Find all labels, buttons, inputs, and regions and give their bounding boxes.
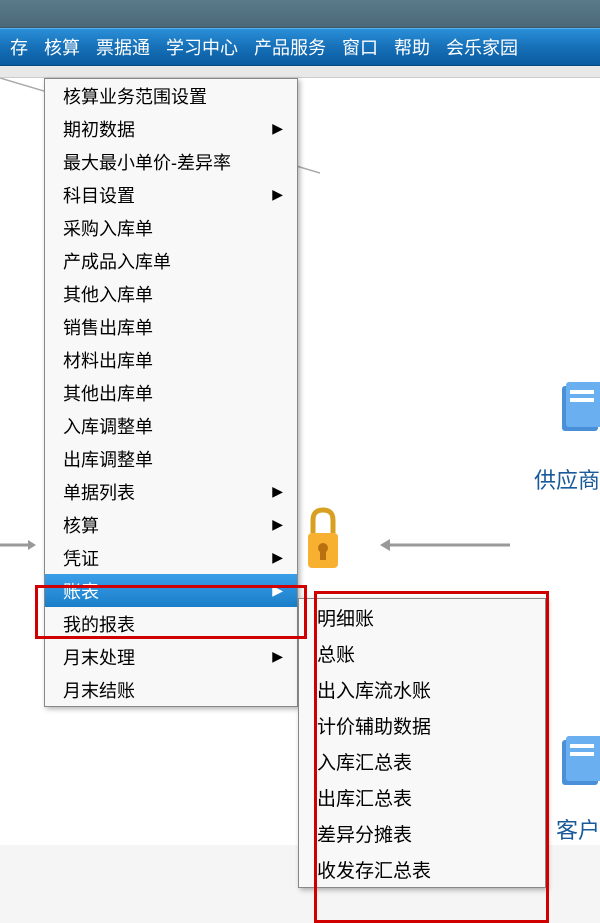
dropdown-item-month-end[interactable]: 月末处理 ▶ bbox=[45, 640, 297, 673]
dropdown-item-subject-settings[interactable]: 科目设置 ▶ bbox=[45, 178, 297, 211]
dropdown-item-accounting[interactable]: 核算 ▶ bbox=[45, 508, 297, 541]
toolbar-area bbox=[0, 66, 600, 78]
menu-item-7[interactable]: 会乐家园 bbox=[438, 30, 526, 64]
submenu-item-flow-ledger[interactable]: 出入库流水账 bbox=[299, 671, 545, 707]
arrow-icon bbox=[0, 535, 36, 555]
submenu-item-label: 计价辅助数据 bbox=[317, 712, 431, 739]
dropdown-item-my-reports[interactable]: 我的报表 bbox=[45, 607, 297, 640]
submenu-arrow-icon: ▶ bbox=[272, 516, 283, 533]
submenu-item-inventory-summary[interactable]: 收发存汇总表 bbox=[299, 851, 545, 887]
submenu-arrow-icon: ▶ bbox=[272, 186, 283, 203]
dropdown-item-label: 月末处理 bbox=[63, 644, 135, 670]
dropdown-item-out-adjust[interactable]: 出库调整单 bbox=[45, 442, 297, 475]
folder-icon bbox=[560, 376, 600, 436]
dropdown-item-label: 核算业务范围设置 bbox=[63, 83, 207, 109]
submenu-arrow-icon: ▶ bbox=[272, 483, 283, 500]
submenu-item-variance[interactable]: 差异分摊表 bbox=[299, 815, 545, 851]
arrow-icon bbox=[380, 535, 510, 555]
dropdown-item-other-out[interactable]: 其他出库单 bbox=[45, 376, 297, 409]
dropdown-item-accounting-scope[interactable]: 核算业务范围设置 bbox=[45, 79, 297, 112]
menu-bar: 存 核算 票据通 学习中心 产品服务 窗口 帮助 会乐家园 bbox=[0, 28, 600, 66]
dropdown-item-label: 科目设置 bbox=[63, 182, 135, 208]
folder-icon bbox=[560, 730, 600, 790]
submenu-item-pricing-data[interactable]: 计价辅助数据 bbox=[299, 707, 545, 743]
lock-icon bbox=[298, 498, 348, 578]
submenu-item-label: 入库汇总表 bbox=[317, 748, 412, 775]
dropdown-item-reports[interactable]: 账表 ▶ bbox=[45, 574, 297, 607]
menu-item-3[interactable]: 学习中心 bbox=[158, 30, 246, 64]
title-bar bbox=[0, 0, 600, 28]
dropdown-item-label: 最大最小单价-差异率 bbox=[63, 149, 231, 175]
bg-label-customer: 客户 bbox=[556, 813, 600, 845]
bg-label-supplier: 供应商 bbox=[534, 463, 600, 495]
dropdown-item-label: 其他出库单 bbox=[63, 380, 153, 406]
submenu-item-label: 明细账 bbox=[317, 604, 374, 631]
submenu-item-label: 出入库流水账 bbox=[317, 676, 431, 703]
dropdown-item-label: 产成品入库单 bbox=[63, 248, 171, 274]
menu-item-4[interactable]: 产品服务 bbox=[246, 30, 334, 64]
dropdown-item-material-out[interactable]: 材料出库单 bbox=[45, 343, 297, 376]
dropdown-item-label: 账表 bbox=[63, 578, 99, 604]
dropdown-item-label: 凭证 bbox=[63, 545, 99, 571]
dropdown-item-other-in[interactable]: 其他入库单 bbox=[45, 277, 297, 310]
submenu-item-out-summary[interactable]: 出库汇总表 bbox=[299, 779, 545, 815]
dropdown-item-label: 月末结账 bbox=[63, 677, 135, 703]
submenu-arrow-icon: ▶ bbox=[272, 549, 283, 566]
submenu-arrow-icon: ▶ bbox=[272, 120, 283, 137]
submenu-item-label: 出库汇总表 bbox=[317, 784, 412, 811]
dropdown-item-label: 出库调整单 bbox=[63, 446, 153, 472]
dropdown-item-label: 期初数据 bbox=[63, 116, 135, 142]
submenu-arrow-icon: ▶ bbox=[272, 648, 283, 665]
content-area: 供应商 客户 核算业务范围设置 期初数据 ▶ bbox=[0, 78, 600, 845]
dropdown-item-purchase-in[interactable]: 采购入库单 bbox=[45, 211, 297, 244]
menu-item-2[interactable]: 票据通 bbox=[88, 30, 158, 64]
dropdown-item-voucher[interactable]: 凭证 ▶ bbox=[45, 541, 297, 574]
menu-item-6[interactable]: 帮助 bbox=[386, 30, 438, 64]
submenu-item-label: 总账 bbox=[317, 640, 355, 667]
dropdown-item-label: 材料出库单 bbox=[63, 347, 153, 373]
dropdown-item-price-variance[interactable]: 最大最小单价-差异率 bbox=[45, 145, 297, 178]
submenu-item-label: 差异分摊表 bbox=[317, 820, 412, 847]
submenu-arrow-icon: ▶ bbox=[272, 582, 283, 599]
dropdown-item-in-adjust[interactable]: 入库调整单 bbox=[45, 409, 297, 442]
menu-item-0[interactable]: 存 bbox=[2, 30, 36, 64]
submenu-item-label: 收发存汇总表 bbox=[317, 856, 431, 883]
submenu-item-general-ledger[interactable]: 总账 bbox=[299, 635, 545, 671]
submenu-item-detail-ledger[interactable]: 明细账 bbox=[299, 599, 545, 635]
dropdown-item-label: 入库调整单 bbox=[63, 413, 153, 439]
menu-item-1[interactable]: 核算 bbox=[36, 30, 88, 64]
menu-item-5[interactable]: 窗口 bbox=[334, 30, 386, 64]
main-dropdown-menu: 核算业务范围设置 期初数据 ▶ 最大最小单价-差异率 科目设置 ▶ 采购入库单 … bbox=[44, 78, 298, 707]
dropdown-item-doc-list[interactable]: 单据列表 ▶ bbox=[45, 475, 297, 508]
dropdown-item-sales-out[interactable]: 销售出库单 bbox=[45, 310, 297, 343]
dropdown-item-month-close[interactable]: 月末结账 bbox=[45, 673, 297, 706]
dropdown-item-initial-data[interactable]: 期初数据 ▶ bbox=[45, 112, 297, 145]
dropdown-item-product-in[interactable]: 产成品入库单 bbox=[45, 244, 297, 277]
dropdown-item-label: 我的报表 bbox=[63, 611, 135, 637]
dropdown-item-label: 其他入库单 bbox=[63, 281, 153, 307]
submenu-item-in-summary[interactable]: 入库汇总表 bbox=[299, 743, 545, 779]
dropdown-item-label: 单据列表 bbox=[63, 479, 135, 505]
dropdown-item-label: 采购入库单 bbox=[63, 215, 153, 241]
dropdown-item-label: 核算 bbox=[63, 512, 99, 538]
dropdown-item-label: 销售出库单 bbox=[63, 314, 153, 340]
